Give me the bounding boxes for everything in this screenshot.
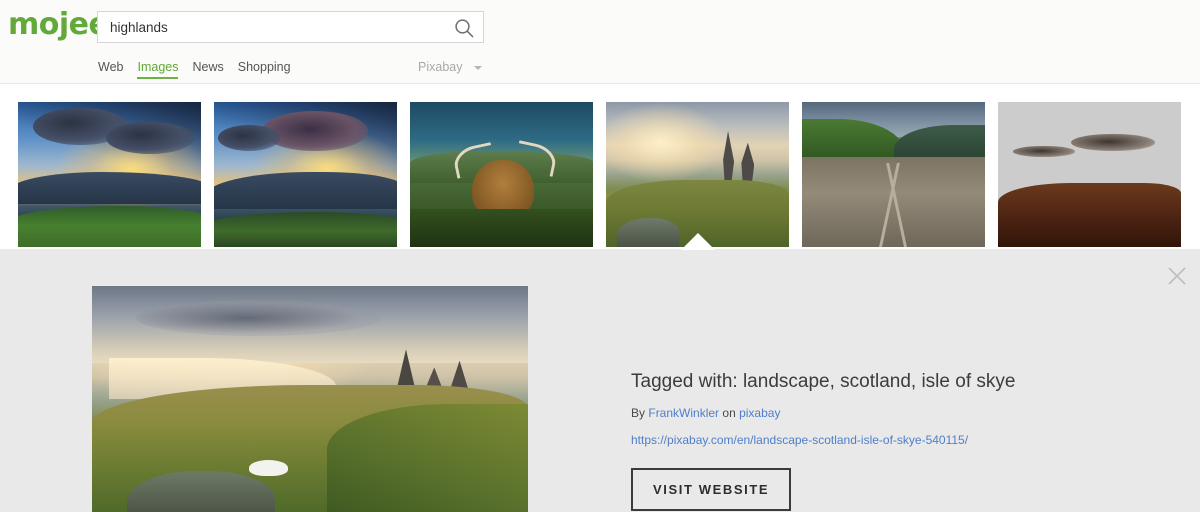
search-button[interactable]: [453, 16, 477, 40]
tab-news[interactable]: News: [192, 60, 223, 79]
thumbnail-art: [802, 102, 985, 247]
source-site-link[interactable]: pixabay: [739, 406, 780, 420]
image-source-label: Pixabay: [418, 60, 463, 74]
visit-website-button[interactable]: VISIT WEBSITE: [631, 468, 792, 511]
author-link[interactable]: FrankWinkler: [648, 406, 719, 420]
search-icon: [455, 19, 474, 38]
detail-image-art: [92, 286, 528, 512]
thumbnail-art: [998, 102, 1181, 247]
image-source-dropdown[interactable]: Pixabay: [418, 60, 482, 74]
search-results-page: mojeek WebImagesNewsShopping Pixabay: [0, 0, 1200, 512]
thumbnail-art: [410, 102, 593, 247]
thumbnail-art: [214, 102, 397, 247]
tab-shopping[interactable]: Shopping: [238, 60, 291, 79]
byline-middle: on: [722, 406, 736, 420]
page-header: mojeek WebImagesNewsShopping Pixabay: [0, 0, 1200, 84]
image-thumbnail-1[interactable]: [18, 102, 201, 247]
image-byline: By FrankWinkler on pixabay: [631, 406, 1151, 420]
chevron-down-icon: [473, 65, 482, 70]
image-thumbnail-5[interactable]: [802, 102, 985, 247]
panel-pointer-arrow: [681, 233, 715, 250]
byline-prefix: By: [631, 406, 646, 420]
source-url-link[interactable]: https://pixabay.com/en/landscape-scotlan…: [631, 433, 1151, 447]
close-panel-button[interactable]: [1162, 261, 1192, 291]
thumbnail-art: [18, 102, 201, 247]
image-results-strip: [0, 85, 1200, 250]
image-tagline: Tagged with: landscape, scotland, isle o…: [631, 371, 1016, 392]
image-thumbnail-4[interactable]: [606, 102, 789, 247]
tab-web[interactable]: Web: [98, 60, 123, 79]
image-thumbnail-6[interactable]: [998, 102, 1181, 247]
image-detail-info: Tagged with: landscape, scotland, isle o…: [631, 371, 1151, 511]
search-input[interactable]: [98, 12, 438, 42]
tab-images[interactable]: Images: [137, 60, 179, 79]
search-tabs: Web Images News Shopping: [98, 58, 305, 84]
image-detail-panel: Tagged with: landscape, scotland, isle o…: [0, 233, 1200, 512]
search-box[interactable]: [97, 11, 484, 43]
image-thumbnail-3[interactable]: [410, 102, 593, 247]
image-thumbnail-2[interactable]: [214, 102, 397, 247]
detail-preview-image[interactable]: [92, 286, 528, 512]
close-icon: [1168, 267, 1186, 285]
thumbnail-art: [606, 102, 789, 247]
